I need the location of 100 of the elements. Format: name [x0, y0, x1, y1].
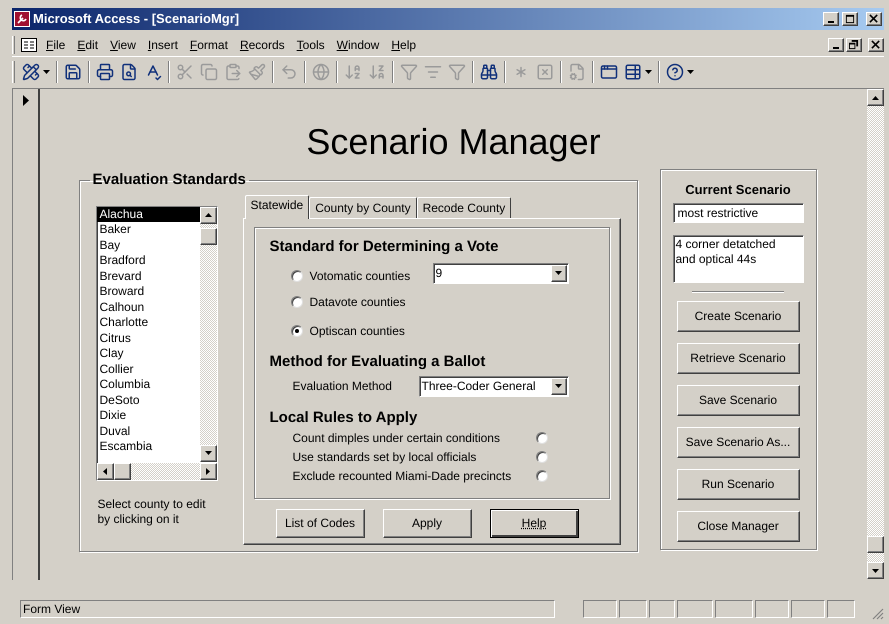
scroll-left-button[interactable] — [96, 462, 114, 480]
scenario-button[interactable]: Run Scenario — [676, 468, 800, 500]
panel-heading: Current Scenario — [685, 181, 791, 199]
help-icon — [666, 62, 684, 80]
maximize-button[interactable] — [842, 12, 858, 26]
form-icon[interactable] — [21, 38, 37, 52]
menu-item[interactable]: Help — [386, 36, 422, 54]
tab[interactable]: Recode County — [416, 196, 512, 218]
menu-item[interactable]: Edit — [72, 36, 104, 54]
scenario-button[interactable]: Save Scenario — [676, 384, 800, 416]
county-item[interactable]: Collier — [96, 362, 200, 377]
funnel-icon — [400, 62, 418, 80]
close-icon — [871, 40, 881, 50]
delete-icon — [536, 62, 554, 80]
menu-item[interactable]: Window — [332, 36, 384, 54]
county-item[interactable]: Citrus — [96, 330, 200, 346]
county-item[interactable]: Bay — [96, 238, 200, 253]
menu-item[interactable]: View — [105, 36, 141, 54]
window-icon — [600, 62, 618, 80]
county-item[interactable]: Bradford — [96, 253, 200, 268]
county-item[interactable]: Brevard — [96, 268, 200, 284]
county-list[interactable]: Alachua Baker Bay Bradford Brevard Broward Calhoun Charlotte Citrus Clay Collier Columbia DeSoto Dixie Duval Escambia — [96, 206, 218, 480]
status-pane — [583, 600, 617, 618]
list-horizontal-scrollbar[interactable] — [96, 462, 216, 480]
scenario-description-field[interactable]: 4 corner detatched and optical 44s — [672, 234, 804, 282]
restore-button[interactable] — [846, 38, 862, 52]
scroll-up-button[interactable] — [200, 206, 216, 224]
county-item[interactable]: Baker — [96, 222, 200, 238]
scroll-right-button[interactable] — [200, 462, 216, 480]
scroll-thumb[interactable] — [867, 536, 884, 554]
status-pane — [755, 600, 789, 618]
tab[interactable]: County by County — [309, 196, 417, 218]
page-magnifier-icon — [120, 62, 138, 80]
scroll-down-button[interactable] — [200, 444, 216, 462]
county-item[interactable]: Calhoun — [96, 300, 200, 315]
county-item[interactable]: Charlotte — [96, 315, 200, 330]
menu-item[interactable]: File — [41, 36, 70, 54]
scenario-button[interactable]: Create Scenario — [676, 300, 800, 332]
status-pane — [827, 600, 855, 618]
form-vertical-scrollbar[interactable] — [867, 89, 884, 579]
minimize-button[interactable] — [823, 12, 839, 26]
resize-grip-icon[interactable] — [870, 606, 884, 620]
menu-item[interactable]: Tools — [292, 36, 330, 54]
county-item[interactable]: Clay — [96, 346, 200, 362]
form-button[interactable]: List of Codes — [276, 508, 364, 538]
list-vertical-scrollbar[interactable] — [200, 206, 216, 462]
globe-icon — [312, 62, 330, 80]
menu-item[interactable]: Records — [234, 36, 290, 54]
key-icon — [14, 11, 30, 27]
window-title: Microsoft Access - [ScenarioMgr] — [33, 10, 240, 28]
menu-item[interactable]: Format — [184, 36, 233, 54]
field-label: Evaluation Method — [292, 378, 393, 395]
county-item[interactable]: DeSoto — [96, 392, 200, 408]
scroll-thumb[interactable] — [114, 462, 130, 480]
properties-icon — [568, 62, 586, 80]
caret-icon — [555, 271, 562, 275]
county-item[interactable]: Broward — [96, 284, 200, 300]
radio-button[interactable] — [290, 296, 302, 308]
evaluation-method-dropdown[interactable]: Three-Coder General — [418, 376, 568, 396]
radio-button[interactable] — [536, 432, 548, 444]
binoculars-icon — [480, 62, 498, 80]
scroll-thumb[interactable] — [200, 228, 216, 245]
scenario-button[interactable]: Retrieve Scenario — [676, 342, 800, 374]
scissors-icon — [176, 62, 194, 80]
close-button[interactable] — [866, 12, 882, 26]
group-label: Evaluation Standards — [92, 170, 247, 190]
scroll-down-button[interactable] — [867, 562, 884, 579]
minimize-button[interactable] — [828, 38, 844, 52]
vote-threshold-dropdown[interactable]: 9 — [432, 262, 568, 284]
close-icon — [869, 14, 879, 24]
form-title: Scenario Manager — [306, 121, 601, 163]
form-button[interactable]: Apply — [382, 508, 472, 538]
pencil-ruler-icon — [22, 62, 40, 80]
radio-button[interactable] — [290, 270, 302, 282]
printer-icon — [96, 62, 114, 80]
radio-button[interactable] — [536, 470, 548, 482]
caret-icon — [43, 70, 50, 74]
menu-item[interactable]: Insert — [142, 36, 183, 54]
scenario-button[interactable]: Save Scenario As... — [676, 426, 800, 458]
county-item[interactable]: Alachua — [96, 206, 200, 222]
undo-icon — [280, 62, 298, 80]
county-item[interactable]: Duval — [96, 424, 200, 439]
close-button[interactable] — [868, 38, 884, 52]
tab[interactable]: Statewide — [244, 194, 310, 218]
scenario-button[interactable]: Close Manager — [676, 510, 800, 542]
up-arrow-icon — [872, 96, 879, 100]
scroll-up-button[interactable] — [867, 89, 884, 106]
minimize-icon — [828, 21, 834, 23]
county-item[interactable]: Escambia — [96, 439, 200, 454]
status-pane — [791, 600, 825, 618]
minimize-icon — [833, 47, 839, 49]
county-item[interactable]: Columbia — [96, 377, 200, 392]
county-item[interactable]: Dixie — [96, 408, 200, 424]
radio-button[interactable] — [536, 451, 548, 463]
status-pane — [715, 600, 753, 618]
table-icon — [624, 62, 642, 80]
option-label: Datavote counties — [310, 294, 406, 310]
scenario-name-field[interactable]: most restrictive — [672, 202, 804, 222]
form-button[interactable]: Help — [490, 508, 578, 538]
radio-button[interactable] — [290, 325, 302, 337]
